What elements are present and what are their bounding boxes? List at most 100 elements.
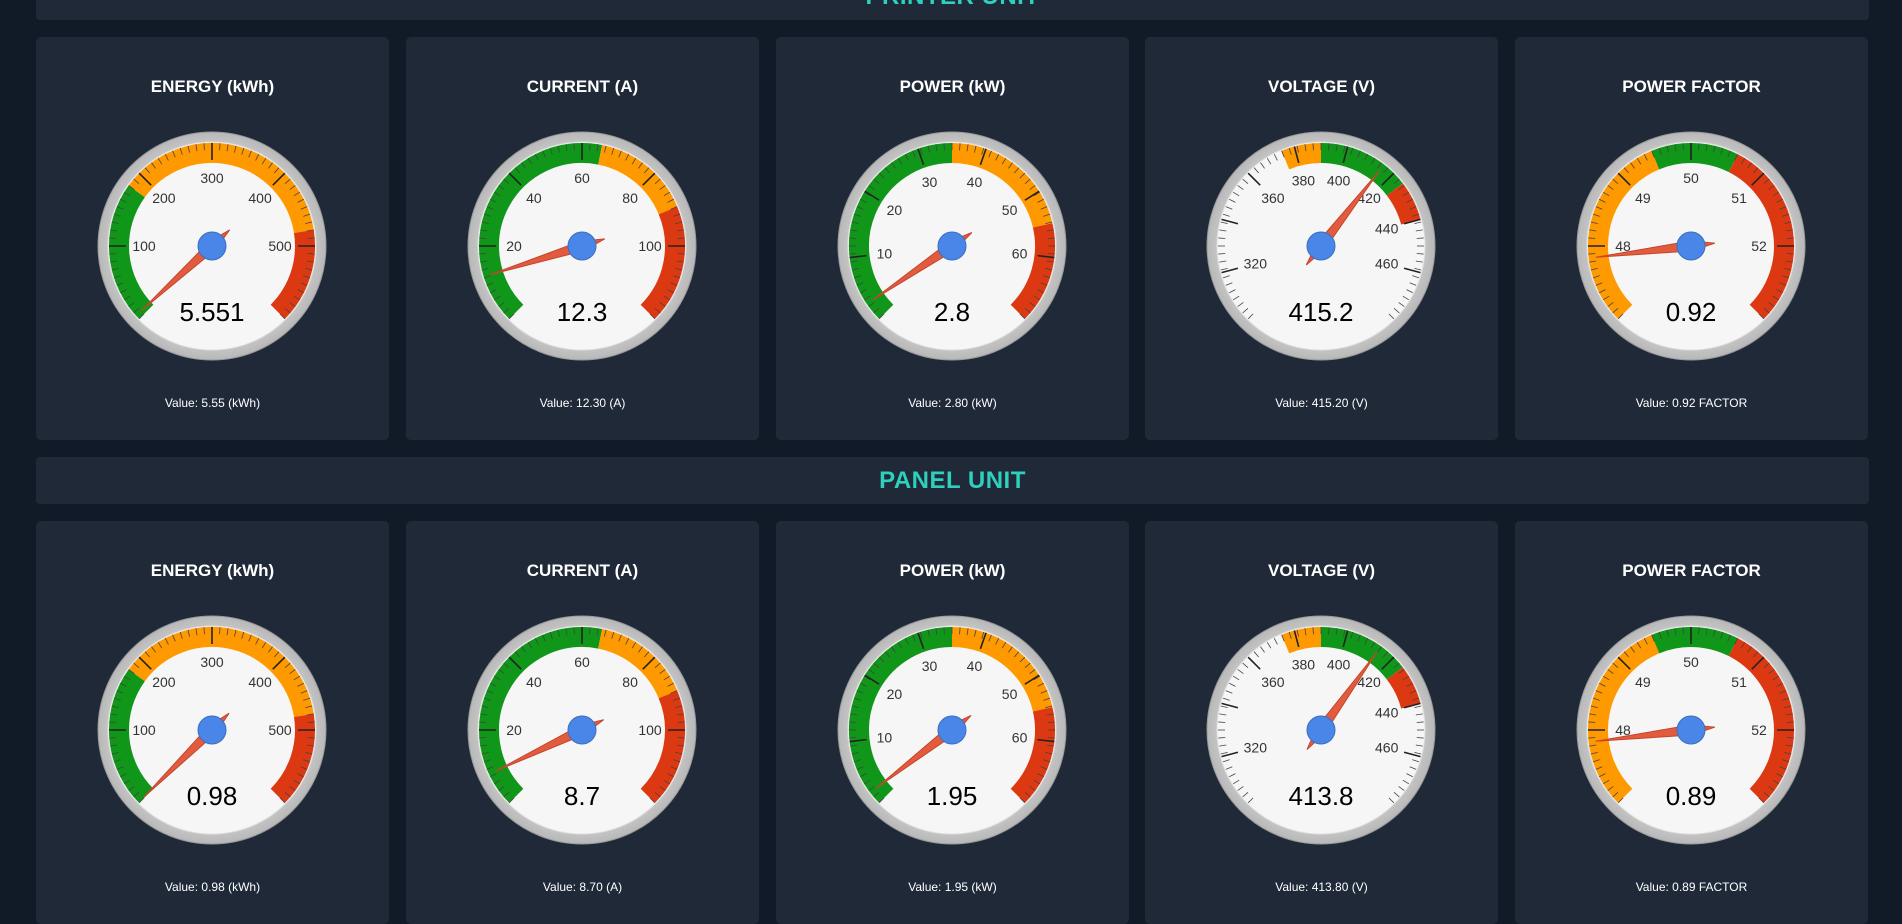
gauge-card-panel-power: POWER (kW) 10 20 30 40 50 60 1.95 Value: 1.95 …: [776, 521, 1129, 924]
gauge-tick-label: 100: [132, 238, 156, 254]
gauge-dial: 20 40 60 80 100 8.7: [467, 615, 697, 845]
gauge-title: ENERGY (kWh): [150, 77, 275, 96]
gauge-tick-label: 20: [506, 238, 522, 254]
gauge-minor-tick: [1218, 253, 1226, 255]
gauge-minor-tick: [849, 237, 857, 239]
gauge-minor-tick: [307, 253, 315, 255]
gauge-minor-tick: [1328, 143, 1330, 151]
gauge-minor-tick: [109, 253, 117, 255]
gauge-minor-tick: [479, 253, 487, 255]
gauge-dial: 20 40 60 80 100 12.3: [467, 131, 697, 361]
gauge-reading: 0.98: [187, 781, 238, 811]
gauge-title: POWER (kW): [899, 561, 1006, 580]
gauge-card-printer-current: CURRENT (A) 20 40 60 80 100 12.3 Value: 12.30…: [406, 37, 759, 440]
gauge-tick-label: 360: [1261, 190, 1285, 206]
gauge-tick-label: 500: [268, 722, 292, 738]
gauge-title: VOLTAGE (V): [1267, 561, 1376, 580]
gauge-minor-tick: [219, 143, 221, 151]
gauge-tick-label: 40: [526, 674, 542, 690]
gauge-minor-tick: [677, 253, 685, 255]
gauge-minor-tick: [1698, 627, 1700, 635]
gauge-minor-tick: [1786, 737, 1794, 739]
gauge-minor-tick: [1047, 721, 1055, 723]
gauge-title: CURRENT (A): [526, 561, 639, 580]
gauge-minor-tick: [1416, 721, 1424, 723]
gauge-tick-label: 400: [248, 674, 272, 690]
gauge-hub: [1306, 715, 1336, 745]
gauge-tick-label: 30: [922, 658, 938, 674]
gauge-minor-tick: [849, 253, 857, 255]
gauge-tick-label: 20: [506, 722, 522, 738]
gauge-minor-tick: [479, 721, 487, 723]
gauge-card-panel-voltage: VOLTAGE (V) 320 360 380 400 420 440 460 413.8 V…: [1145, 521, 1498, 924]
gauge-tick-label: 200: [152, 674, 176, 690]
gauge-title: POWER (kW): [899, 77, 1006, 96]
gauge-minor-tick: [943, 627, 945, 635]
gauge-minor-tick: [1786, 721, 1794, 723]
gauge-tick-label: 60: [1012, 246, 1028, 262]
gauge-tick-label: 400: [1327, 172, 1351, 188]
gauge-hub: [1676, 231, 1706, 261]
gauge-tick-label: 100: [638, 722, 662, 738]
gauge-tick-label: 500: [268, 238, 292, 254]
gauge-minor-tick: [307, 237, 315, 239]
gauge-card-panel-energy: ENERGY (kWh) 100 200 300 400 500 0.98 Value: …: [36, 521, 389, 924]
gauge-dial: 320360380 400420440460415.2: [1206, 131, 1436, 361]
gauge-minor-tick: [1698, 143, 1700, 151]
gauge-band: [1651, 627, 1738, 657]
gauge-title: POWER FACTOR: [1622, 561, 1761, 580]
gauge-minor-tick: [1047, 737, 1055, 739]
gauge-tick-label: 40: [967, 174, 983, 190]
gauge-minor-tick: [1682, 627, 1684, 635]
gauge-reading: 0.92: [1666, 297, 1717, 327]
gauge-minor-tick: [307, 721, 315, 723]
gauge-tick-label: 320: [1244, 256, 1268, 272]
gauge-tick-label: 300: [200, 654, 224, 670]
gauge-reading: 413.8: [1288, 781, 1353, 811]
gauge-card-printer-voltage: VOLTAGE (V) 320 360 380 400 420 440 460 415.2 V…: [1145, 37, 1498, 440]
gauge-minor-tick: [479, 237, 487, 239]
gauge-card-printer-power: POWER (kW) 10 20 30 40 50 60 2.8 Value: 2.80 (…: [776, 37, 1129, 440]
gauge-tick-label: 360: [1261, 674, 1285, 690]
gauge-dial: 48495051520.92: [1576, 131, 1806, 361]
gauge-tick-label: 50: [1683, 654, 1699, 670]
gauge-tick-label: 50: [1683, 170, 1699, 186]
gauge-hub: [1676, 715, 1706, 745]
gauge-hub: [1306, 231, 1336, 261]
gauge-minor-tick: [573, 143, 575, 151]
gauge-tick-label: 380: [1292, 172, 1316, 188]
gauge-minor-tick: [1416, 253, 1424, 255]
gauge-minor-tick: [307, 737, 315, 739]
gauge-reading: 5.551: [179, 297, 244, 327]
gauge-minor-tick: [1312, 143, 1314, 151]
gauge-minor-tick: [959, 627, 961, 635]
gauge-tick-label: 320: [1244, 740, 1268, 756]
gauge-hub: [197, 231, 227, 261]
gauge-tick-label: 200: [152, 190, 176, 206]
gauge-tick-label: 52: [1751, 238, 1767, 254]
gauge-dial: 100 200 300 400 500 0.98: [97, 615, 327, 845]
gauge-hub: [937, 715, 967, 745]
gauge-minor-tick: [943, 143, 945, 151]
gauge-reading: 415.2: [1288, 297, 1353, 327]
gauge-minor-tick: [203, 627, 205, 635]
gauge-tick-label: 30: [922, 174, 938, 190]
gauge-hub: [567, 715, 597, 745]
gauge-tick-label: 80: [622, 674, 638, 690]
gauge-dial: 320360380 400420440460413.8: [1206, 615, 1436, 845]
section-header-panel-unit: PANEL UNIT: [36, 457, 1869, 504]
gauge-tick-label: 460: [1375, 740, 1399, 756]
gauge-tick-label: 80: [622, 190, 638, 206]
gauge-value-text: Value: 1.95 (kW): [908, 880, 997, 894]
gauge-minor-tick: [1588, 237, 1596, 239]
gauge-tick-label: 40: [967, 658, 983, 674]
gauge-reading: 2.8: [934, 297, 970, 327]
gauge-minor-tick: [1682, 143, 1684, 151]
gauge-tick-label: 60: [574, 170, 590, 186]
gauge-value-text: Value: 5.55 (kWh): [164, 396, 261, 410]
gauge-hub: [197, 715, 227, 745]
gauge-minor-tick: [219, 627, 221, 635]
gauge-minor-tick: [589, 627, 591, 635]
gauge-minor-tick: [1047, 237, 1055, 239]
gauge-minor-tick: [849, 737, 857, 739]
